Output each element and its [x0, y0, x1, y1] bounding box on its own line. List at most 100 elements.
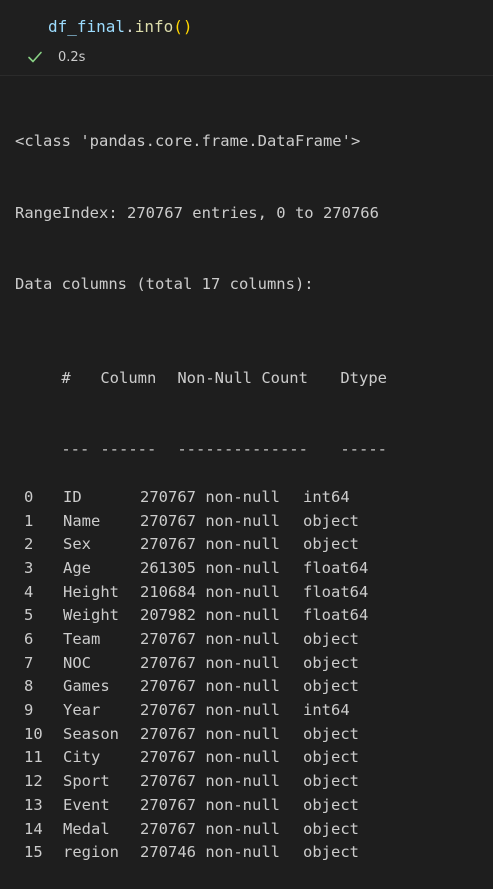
row-dtype: object	[303, 795, 359, 814]
row-column: Height	[63, 582, 119, 601]
row-num: 0	[24, 487, 34, 506]
table-row: 7 NOC 270767 non-null object	[15, 652, 485, 676]
table-row: 9 Year 270767 non-null int64	[15, 699, 485, 723]
row-count: 270767 non-null	[140, 748, 280, 767]
table-row: 0 ID 270767 non-null int64	[15, 486, 485, 510]
row-count: 261305 non-null	[140, 558, 280, 577]
header-count: Non-Null Count	[177, 369, 308, 388]
row-count: 270767 non-null	[140, 630, 280, 648]
row-count: 270767 non-null	[140, 724, 280, 743]
table-rows: 0 ID 270767 non-null int64 1 Name 270767 non-n…	[15, 486, 485, 865]
code-parens: ()	[173, 17, 193, 36]
row-num: 1	[24, 511, 34, 530]
row-column: NOC	[63, 653, 91, 672]
row-dtype: object	[303, 724, 359, 743]
row-num: 8	[24, 677, 34, 696]
row-dtype: object	[303, 535, 359, 554]
row-dtype: float64	[303, 606, 369, 625]
table-row: 10 Season 270767 non-null object	[15, 723, 485, 747]
table-row: 4 Height 210684 non-null float64	[15, 581, 485, 605]
row-dtype: object	[303, 772, 359, 791]
row-count: 270767 non-null	[140, 701, 280, 720]
row-column: City	[63, 748, 101, 767]
row-dtype: object	[303, 843, 359, 862]
header-column: Column	[100, 369, 157, 388]
row-column: Name	[63, 511, 101, 530]
row-num: 11	[24, 748, 43, 767]
row-count: 270767 non-null	[140, 795, 280, 814]
separator-dtype: -----	[340, 440, 387, 459]
row-count: 270767 non-null	[140, 487, 280, 506]
row-column: Weight	[63, 606, 119, 625]
row-column: Games	[63, 677, 110, 696]
row-column: Sex	[63, 535, 91, 554]
table-separator: --- ------ -------------- -----	[15, 415, 485, 458]
row-dtype: object	[303, 819, 359, 838]
row-num: 9	[24, 701, 34, 720]
row-dtype: float64	[303, 582, 369, 601]
table-row: 11 City 270767 non-null object	[15, 746, 485, 770]
row-count: 270767 non-null	[140, 677, 280, 696]
row-column: Sport	[63, 772, 110, 791]
row-num: 7	[24, 653, 34, 672]
row-num: 5	[24, 606, 34, 625]
output-range-index: RangeIndex: 270767 entries, 0 to 270766	[15, 203, 379, 222]
table-row: 2 Sex 270767 non-null object	[15, 533, 485, 557]
table-row: 3 Age 261305 non-null float64	[15, 557, 485, 581]
row-column: Medal	[63, 819, 110, 838]
row-dtype: object	[303, 677, 359, 696]
notebook-cell-input[interactable]: df_final.info() 0.2s	[0, 0, 493, 76]
row-num: 15	[24, 843, 43, 862]
row-column: Year	[63, 701, 101, 720]
header-num: #	[61, 369, 71, 388]
table-row: 12 Sport 270767 non-null object	[15, 770, 485, 794]
table-row: 1 Name 270767 non-null object	[15, 510, 485, 534]
row-num: 3	[24, 558, 34, 577]
row-column: region	[63, 843, 119, 862]
row-count: 270767 non-null	[140, 511, 280, 530]
row-num: 13	[24, 795, 43, 814]
output-data-columns: Data columns (total 17 columns):	[15, 274, 314, 293]
row-num: 4	[24, 582, 34, 601]
row-num: 12	[24, 772, 43, 791]
code-variable: df_final	[48, 17, 126, 36]
row-num: 14	[24, 819, 43, 838]
row-column: Age	[63, 558, 91, 577]
execution-time: 0.2s	[58, 49, 86, 65]
row-dtype: object	[303, 748, 359, 767]
code-method: info	[134, 17, 174, 36]
separator-column: ------	[100, 440, 157, 459]
row-dtype: float64	[303, 558, 369, 577]
row-count: 270767 non-null	[140, 653, 280, 672]
row-dtype: object	[303, 630, 359, 648]
row-column: Season	[63, 724, 119, 743]
row-num: 10	[24, 724, 43, 743]
row-column: Event	[63, 795, 110, 814]
row-num: 2	[24, 535, 34, 554]
code-dot: .	[125, 17, 135, 36]
table-row: 5 Weight 207982 non-null float64	[15, 604, 485, 628]
table-row: 14 Medal 270767 non-null object	[15, 818, 485, 842]
table-row: 6 Team 270767 non-null object	[15, 628, 485, 652]
table-row: 13 Event 270767 non-null object	[15, 794, 485, 818]
row-count: 210684 non-null	[140, 582, 280, 601]
table-row: 8 Games 270767 non-null object	[15, 675, 485, 699]
row-count: 270746 non-null	[140, 843, 280, 862]
row-dtype: int64	[303, 487, 350, 506]
execution-status: 0.2s	[26, 47, 85, 67]
code-line[interactable]: df_final.info()	[48, 16, 193, 38]
header-dtype: Dtype	[340, 369, 387, 388]
row-dtype: object	[303, 653, 359, 672]
output-class-line: <class 'pandas.core.frame.DataFrame'>	[15, 132, 361, 151]
row-column: ID	[63, 487, 82, 506]
row-dtype: int64	[303, 701, 350, 720]
table-header: # Column Non-Null Count Dtype	[15, 344, 485, 387]
separator-count: --------------	[177, 440, 308, 459]
row-count: 270767 non-null	[140, 772, 280, 791]
row-num: 6	[24, 630, 34, 648]
separator-num: ---	[61, 440, 90, 459]
table-row: 15 region 270746 non-null object	[15, 841, 485, 865]
check-icon	[26, 48, 44, 66]
row-column: Team	[63, 630, 101, 648]
cell-output: <class 'pandas.core.frame.DataFrame'> Ra…	[15, 83, 485, 889]
